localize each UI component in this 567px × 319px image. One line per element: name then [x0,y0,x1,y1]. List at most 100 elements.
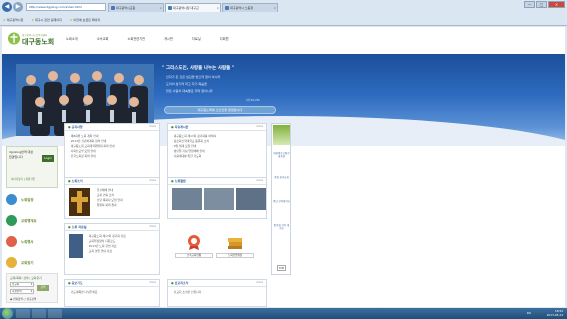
bookmark-item[interactable]: ★이전에 보셨던 페이지 [70,18,100,22]
gallery-photo[interactable] [172,188,202,210]
banner-reference: (마 20:28) [246,98,260,102]
login-box: dgnlong번역 대상 환경입니다 Login 아이디찾기 | 회원가입 [6,146,58,188]
gnb-item-churches[interactable]: 소속교회 [97,36,109,41]
maximize-button[interactable]: □ [536,1,547,8]
bookmark-item[interactable]: ★대구시 관련 홈페이지 [31,18,61,22]
gallery-photo[interactable] [236,188,266,210]
taskbar-app[interactable] [16,309,30,318]
more-link[interactable]: more [256,179,263,182]
church-search: 교회(목회) 검색 / 교회찾기 선교회 ▾ 시찰선택 ▾ 검색 ◉ 전화검색 ○ … [6,273,58,303]
prayer-panel: 중보기도 more 기도제목을 나눠주세요 [64,279,160,307]
list-item[interactable]: 다음세대를 위한 기도회 [172,154,262,159]
book-stack-icon [228,238,242,249]
language-indicator[interactable]: KO [527,311,531,315]
address-bar[interactable]: http://www.dgjlong.com/index.html [26,3,106,11]
more-link[interactable]: more [256,281,263,284]
browser-tab[interactable]: 대구광역시 노동청 × [222,3,278,12]
constitution-tile[interactable]: 노회헌법개정 [216,234,254,262]
panel-title: 자유게시판 [171,125,189,129]
list-item[interactable]: 임원회 회의 결과 [95,203,155,208]
login-button[interactable]: Login [42,155,54,162]
more-link[interactable]: more [149,225,156,228]
minimize-button[interactable]: − [524,1,535,8]
gallery-photo[interactable] [204,188,234,210]
news-panel: 노회소식 more 헌신예배 안내 교회 건축 소식 신년 목회자 모임 안내 … [64,177,160,219]
browser-tab[interactable]: 대구광역시교원 × [108,3,164,12]
quick-link[interactable]: 총회 한국교회 [273,176,290,179]
bookmark-item[interactable]: ★대구광역시청 [3,18,23,22]
presbytery-select[interactable]: 선교회 ▾ [10,282,34,287]
list-item[interactable]: 전국노회장 회의 안내 [69,154,155,159]
church-icon [6,257,17,268]
side-item-schedule[interactable]: 노회일정 [6,190,58,209]
login-message: 환경입니다 [9,154,23,159]
notice-list: 제8회원 노회 개최 안내 2013년 신년하례회 참석 안내 대구동노회 교회… [69,134,155,159]
quick-link[interactable]: 장로회 신학 대학교 [273,224,290,230]
banner-line: 도리어 섬기려 하고 자기 목숨을 [166,82,207,86]
login-links[interactable]: 아이디찾기 | 회원가입 [11,177,35,181]
star-icon: ★ [31,17,34,22]
side-item-churches[interactable]: 교회행게요 [6,211,58,230]
chevron-down-icon: ▾ [30,290,32,293]
logo-icon [8,32,20,45]
banner-title: " 그리스도인, 사랑을 나누는 사람들 " [162,66,235,71]
top-button[interactable]: TOP [277,265,286,271]
side-item-find-church[interactable]: 교회찾기 [6,253,58,272]
gnb-item-board[interactable]: 게시판 [164,36,173,41]
clock[interactable]: 18:52 2013-05-24 [547,309,563,317]
gnb-item-members[interactable]: 다회원 [220,36,229,41]
tab-close-icon[interactable]: × [273,4,276,12]
news-list: 헌신예배 안내 교회 건축 소식 신년 목회자 모임 안내 임원회 회의 결과 [95,188,155,208]
more-link[interactable]: more [256,125,263,128]
board-list: 대구동노회 제17회 정기회를 마치며 장로회신학대학교 동문회 소식 9월 월… [172,134,262,159]
more-link[interactable]: more [149,281,156,284]
panel-title: 노회앨범 [171,179,186,183]
search-title: 교회(목회) 검색 / 교회찾기 [10,276,42,280]
list-item[interactable]: 선교지 소식을 전합니다 [172,290,262,295]
gallery-panel: 노회앨범 more [167,177,267,219]
globe-icon [6,215,17,226]
tab-close-icon[interactable]: × [159,4,162,12]
quick-link[interactable]: 영남 신학대학교 [273,200,290,203]
gnb-item-archive[interactable]: 자료실 [192,36,201,41]
search-button[interactable]: 검색 [37,285,49,291]
mission-panel: 선교지소식 more 선교지 소식을 전합니다 [167,279,267,307]
data-list: 대구동노회 제17회 정기회 자료 교회행정양식 다운로드 2013년 노회 헌… [87,234,155,254]
forward-button[interactable]: ▶ [13,2,23,12]
quick-link[interactable]: 대한예수교장로회총회 [273,152,290,158]
star-icon: ★ [3,17,6,22]
bookmarks-bar: ★대구광역시청 ★대구시 관련 홈페이지 ★이전에 보셨던 페이지 [0,14,567,25]
close-button[interactable]: × [548,1,565,8]
back-button[interactable]: ◀ [2,2,12,12]
more-link[interactable]: more [149,125,156,128]
tile-caption: 소속교회현황 [175,253,213,258]
taskbar-app[interactable] [48,309,62,318]
data-panel: 노회 자료실 more 대구동노회 제17회 정기회 자료 교회행정양식 다운로… [64,223,160,275]
panel-title: 중보기도 [68,281,83,285]
cross-image[interactable] [69,188,90,216]
tab-close-icon[interactable]: × [216,4,219,12]
side-menu: 노회일정 교회행게요 노회행사 교회찾기 [6,190,58,274]
quick-menu: 대한예수교장로회총회 총회 한국교회 영남 신학대학교 장로회 신학 대학교 T… [271,123,291,275]
gnb-item-agencies[interactable]: 노회관련기관 [127,36,145,41]
tile-caption: 노회헌법개정 [216,253,254,258]
church-status-tile[interactable]: 소속교회현황 [175,234,213,262]
district-select[interactable]: 시찰선택 ▾ [10,289,34,294]
list-item[interactable]: 기도제목을 나눠주세요 [69,290,155,295]
browser-chrome: ◀ ▶ http://www.dgjlong.com/index.html 대구… [0,0,567,26]
panel-title: 노회 자료실 [68,225,87,229]
radio-phone[interactable]: ◉ 전화검색 [10,298,23,301]
panel-title: 공지사항 [68,125,83,129]
radio-sermon[interactable]: ○ 설교검색 [23,298,36,301]
taskbar-app[interactable] [32,309,46,318]
list-item[interactable]: 교회 설립 안내 자료 [87,249,155,254]
browser-tab-active[interactable]: 대구광역시청 대구교 × [165,3,221,12]
welcome-banner: 대구동노회에 오신것을 환영합니다 [164,106,276,114]
side-item-events[interactable]: 노회행사 [6,232,58,251]
quick-banner-icon [273,125,290,145]
panel-title: 선교지소식 [171,281,189,285]
start-button[interactable] [2,308,13,319]
site-logo[interactable]: 대구광역시노동복지센터 대구동노회 [7,30,65,48]
gnb-item-about[interactable]: 노회소개 [66,36,78,41]
more-link[interactable]: more [149,179,156,182]
